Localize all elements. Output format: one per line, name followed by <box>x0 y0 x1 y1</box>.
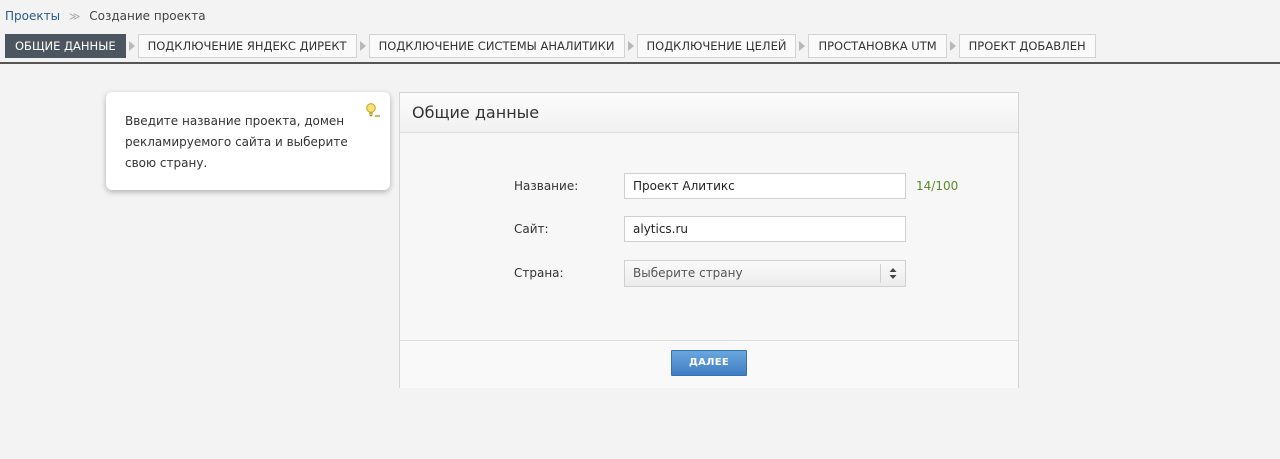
name-input[interactable]: Проект Алитикс <box>624 173 906 199</box>
select-divider <box>880 264 881 283</box>
site-input[interactable]: alytics.ru <box>624 216 906 242</box>
step-general-data[interactable]: Общие данные <box>5 34 126 58</box>
hint-card: Введите название проекта, домен рекламир… <box>106 92 390 190</box>
breadcrumb-separator-icon: ≫ <box>68 10 81 23</box>
up-down-arrows-icon <box>889 268 897 279</box>
wizard-steps: Общие данные Подключение Яндекс Директ П… <box>5 34 1096 58</box>
step-analytics[interactable]: Подключение системы аналитики <box>368 34 625 58</box>
country-select[interactable]: Выберите страну <box>624 260 906 287</box>
panel-footer: ДАЛЕЕ <box>400 340 1018 388</box>
lightbulb-icon[interactable] <box>364 102 382 120</box>
breadcrumb: Проекты ≫ Создание проекта <box>5 9 206 23</box>
step-arrow-icon <box>126 34 138 58</box>
step-arrow-icon <box>357 34 369 58</box>
country-row: Страна: Выберите страну <box>400 260 1018 287</box>
name-row: Название: Проект Алитикс 14/100 <box>400 173 1018 199</box>
step-arrow-icon <box>625 34 637 58</box>
step-project-added[interactable]: Проект добавлен <box>958 34 1096 58</box>
general-data-panel: Общие данные Название: Проект Алитикс 14… <box>399 92 1019 388</box>
step-goals[interactable]: Подключение целей <box>636 34 797 58</box>
hint-text: Введите название проекта, домен рекламир… <box>125 114 348 170</box>
site-label: Сайт: <box>514 222 549 236</box>
step-utm[interactable]: Простановка UTM <box>808 34 947 58</box>
next-button[interactable]: ДАЛЕЕ <box>671 350 747 376</box>
country-select-value: Выберите страну <box>633 266 743 280</box>
breadcrumb-current: Создание проекта <box>89 9 206 23</box>
name-label: Название: <box>514 179 579 193</box>
breadcrumb-projects-link[interactable]: Проекты <box>5 9 60 23</box>
name-char-counter: 14/100 <box>916 179 959 193</box>
step-yandex-direct[interactable]: Подключение Яндекс Директ <box>137 34 357 58</box>
step-arrow-icon <box>947 34 959 58</box>
panel-title: Общие данные <box>400 93 1018 133</box>
site-row: Сайт: alytics.ru <box>400 216 1018 242</box>
header-divider <box>0 62 1280 64</box>
country-label: Страна: <box>514 266 564 280</box>
step-arrow-icon <box>796 34 808 58</box>
